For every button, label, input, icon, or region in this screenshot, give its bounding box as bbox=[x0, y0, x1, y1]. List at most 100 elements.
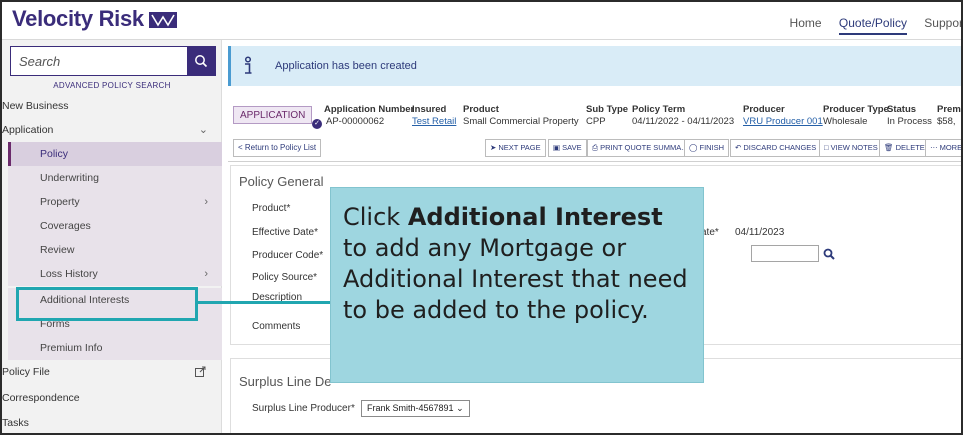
callout-text-post: to add any Mortgage or Additional Intere… bbox=[343, 234, 688, 324]
top-bar: Velocity Risk Home Quote/Policy Suppor bbox=[2, 2, 961, 40]
sidebar-item-label: Review bbox=[40, 244, 75, 256]
producer-code-input[interactable] bbox=[751, 245, 819, 262]
producer-link[interactable]: VRU Producer 001 bbox=[743, 116, 823, 127]
sidebar-item-label: Application bbox=[2, 124, 54, 136]
check-circle-icon: ◯ bbox=[689, 143, 700, 152]
sidebar-item-application[interactable]: Application ⌄ bbox=[2, 118, 222, 142]
search-input[interactable] bbox=[11, 47, 189, 75]
next-page-button[interactable]: ➤ NEXT PAGE bbox=[485, 139, 546, 157]
sidebar-item-label: Policy File bbox=[2, 366, 50, 378]
finish-button[interactable]: ◯ FINISH bbox=[684, 139, 730, 157]
button-label: NEXT PAGE bbox=[498, 143, 541, 152]
sidebar-item-label: Underwriting bbox=[40, 172, 99, 184]
discard-changes-button[interactable]: ↶ DISCARD CHANGES bbox=[730, 139, 822, 157]
sidebar-item-correspondence[interactable]: Correspondence bbox=[2, 386, 222, 410]
sidebar-item-review[interactable]: Review bbox=[8, 238, 222, 262]
brand-name: Velocity Risk bbox=[12, 6, 144, 31]
sidebar-item-property[interactable]: Property › bbox=[8, 190, 222, 214]
advanced-search-link[interactable]: ADVANCED POLICY SEARCH bbox=[2, 81, 222, 90]
summary-product: Product Small Commercial Property bbox=[463, 104, 579, 127]
summary-header: Sub Type bbox=[586, 104, 629, 115]
callout-text-pre: Click bbox=[343, 203, 408, 231]
sidebar: ADVANCED POLICY SEARCH New Business Appl… bbox=[2, 40, 222, 433]
more-button[interactable]: ⋯ MORE bbox=[925, 139, 963, 157]
summary-value: Small Commercial Property bbox=[463, 116, 579, 127]
summary-header: Product bbox=[463, 104, 499, 115]
panel-title: Policy General bbox=[239, 174, 324, 189]
view-notes-button[interactable]: □ VIEW NOTES bbox=[819, 139, 883, 157]
return-to-policy-list-button[interactable]: < Return to Policy List bbox=[233, 139, 322, 157]
sidebar-item-premium-info[interactable]: Premium Info bbox=[8, 336, 222, 360]
summary-premium: Prem $58, bbox=[937, 104, 961, 127]
button-label: MORE bbox=[939, 143, 963, 152]
sidebar-item-new-business[interactable]: New Business bbox=[2, 94, 222, 118]
brand-mark-icon bbox=[148, 12, 177, 28]
info-icon bbox=[244, 56, 252, 74]
instruction-callout: Click Additional Interest to add any Mor… bbox=[330, 187, 704, 383]
delete-button[interactable]: 🗑 DELETE bbox=[879, 139, 930, 157]
save-icon: ▣ bbox=[553, 143, 563, 152]
sidebar-item-label: Loss History bbox=[40, 268, 98, 280]
surplus-line-producer-label: Surplus Line Producer* bbox=[252, 403, 355, 414]
highlight-box bbox=[16, 287, 198, 321]
summary-header: Prem bbox=[937, 104, 961, 115]
save-button[interactable]: ▣ SAVE bbox=[548, 139, 587, 157]
producer-code-label: Producer Code* bbox=[252, 250, 324, 261]
sidebar-item-loss-history[interactable]: Loss History › bbox=[8, 262, 222, 286]
sidebar-item-label: Correspondence bbox=[2, 392, 80, 404]
search-icon bbox=[195, 55, 208, 68]
notes-icon: □ bbox=[824, 143, 831, 152]
print-quote-summary-button[interactable]: ⎙ PRINT QUOTE SUMMA... bbox=[587, 139, 693, 157]
chevron-right-icon: › bbox=[204, 196, 208, 208]
summary-sub-type: Sub Type CPP bbox=[586, 104, 628, 127]
summary-value: $58, bbox=[937, 116, 956, 127]
select-value: Frank Smith-4567891 bbox=[367, 403, 454, 413]
sidebar-item-tasks[interactable]: Tasks bbox=[2, 411, 222, 433]
sidebar-item-label: Premium Info bbox=[40, 342, 103, 354]
status-alert: Application has been created bbox=[228, 46, 961, 86]
search-icon[interactable] bbox=[823, 248, 835, 260]
summary-value: 04/11/2022 - 04/11/2023 bbox=[632, 116, 735, 127]
product-label: Product* bbox=[252, 203, 291, 214]
search-box bbox=[10, 46, 216, 76]
sidebar-item-coverages[interactable]: Coverages bbox=[8, 214, 222, 238]
sidebar-item-label: Policy bbox=[40, 148, 69, 160]
search-button[interactable] bbox=[187, 47, 215, 75]
surplus-line-producer-select[interactable]: Frank Smith-4567891 ⌄ bbox=[361, 400, 470, 417]
alert-message: Application has been created bbox=[275, 60, 417, 72]
summary-producer-type: Producer Type Wholesale bbox=[823, 104, 889, 127]
button-label: DELETE bbox=[895, 143, 925, 152]
external-link-icon bbox=[195, 366, 206, 377]
chevron-down-icon: ⌄ bbox=[456, 403, 464, 413]
summary-insured: Insured Test Retail bbox=[412, 104, 456, 127]
nav-quote-policy[interactable]: Quote/Policy bbox=[838, 16, 907, 35]
insured-link[interactable]: Test Retail bbox=[412, 116, 456, 127]
sidebar-item-label: New Business bbox=[2, 100, 69, 112]
summary-producer: Producer VRU Producer 001 bbox=[743, 104, 823, 127]
comments-label: Comments bbox=[252, 321, 301, 332]
sidebar-item-policy[interactable]: Policy bbox=[8, 142, 222, 166]
sidebar-item-underwriting[interactable]: Underwriting bbox=[8, 166, 222, 190]
nav-home[interactable]: Home bbox=[790, 16, 822, 30]
summary-header: Application Number bbox=[324, 104, 415, 115]
application-number-value: AP-00000062 bbox=[326, 116, 385, 127]
action-toolbar: < Return to Policy List ➤ NEXT PAGE ▣ SA… bbox=[228, 139, 963, 157]
application-summary: APPLICATION Application Number ✓ AP-00000… bbox=[222, 96, 961, 136]
summary-header: Status bbox=[887, 104, 917, 115]
button-label: VIEW NOTES bbox=[830, 143, 878, 152]
summary-header: Producer Type bbox=[823, 104, 889, 115]
summary-value: In Process bbox=[887, 116, 932, 127]
nav-support[interactable]: Suppor bbox=[924, 16, 961, 30]
callout-text-bold: Additional Interest bbox=[407, 203, 663, 231]
app-window: Velocity Risk Home Quote/Policy Suppor A… bbox=[0, 0, 963, 435]
ellipsis-icon: ⋯ bbox=[930, 143, 940, 152]
chevron-down-icon: ⌄ bbox=[198, 124, 208, 136]
summary-status: Status In Process bbox=[887, 104, 932, 127]
divider bbox=[228, 161, 961, 162]
brand-logo[interactable]: Velocity Risk bbox=[12, 6, 177, 32]
application-badge: APPLICATION bbox=[233, 106, 313, 124]
sidebar-item-policy-file[interactable]: Policy File bbox=[2, 360, 222, 384]
summary-value: Wholesale bbox=[823, 116, 868, 127]
summary-header: Insured bbox=[412, 104, 447, 115]
button-label: PRINT QUOTE SUMMA... bbox=[600, 143, 688, 152]
